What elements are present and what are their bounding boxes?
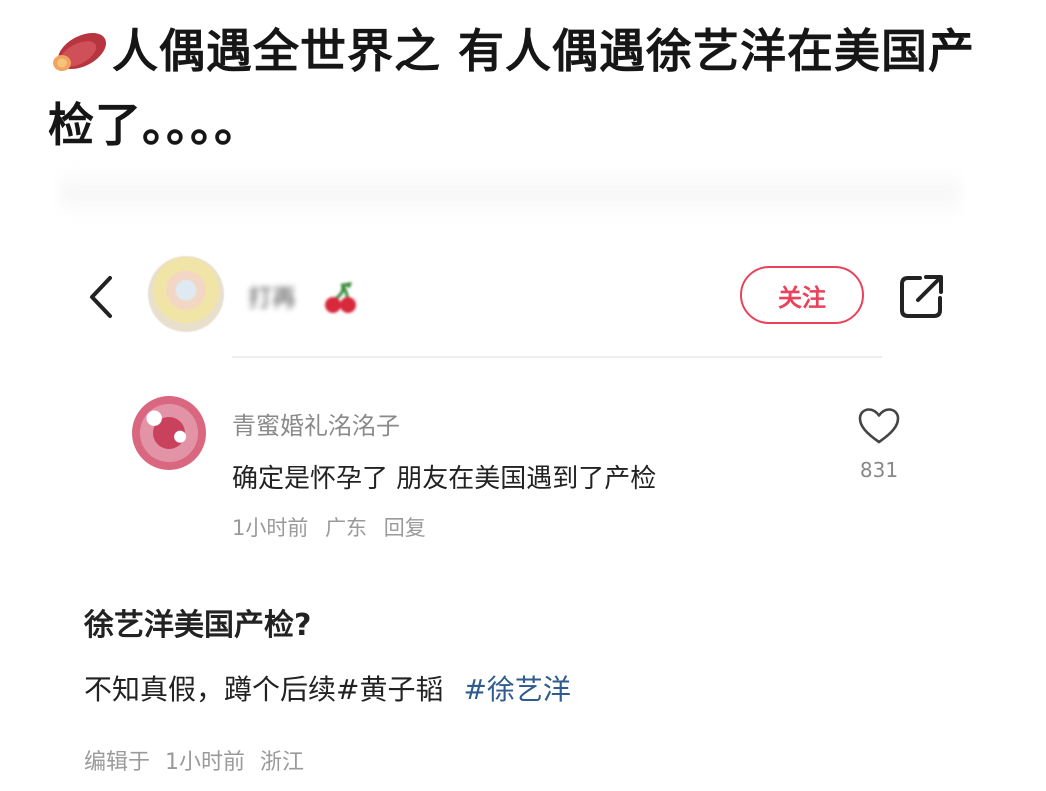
cherry-icon bbox=[325, 282, 356, 313]
headline-text: 人偶遇全世界之 有人偶遇徐艺洋在美国产检了。。。。 bbox=[48, 24, 976, 152]
post-body-text: 不知真假，蹲个后续#黄子韬 bbox=[84, 673, 444, 706]
hashtag-link[interactable]: #徐艺洋 bbox=[463, 673, 570, 706]
heart-outline-icon[interactable] bbox=[856, 406, 902, 446]
divider bbox=[232, 356, 882, 358]
edited-location: 浙江 bbox=[260, 750, 305, 775]
commenter-avatar[interactable] bbox=[132, 396, 206, 470]
like-count: 831 bbox=[859, 458, 899, 482]
blurred-background bbox=[60, 168, 960, 218]
comment-time: 1小时前 bbox=[232, 516, 309, 540]
comment-meta: 1小时前 广东 回复 bbox=[232, 512, 436, 542]
reply-button[interactable]: 回复 bbox=[384, 516, 426, 540]
comment-text: 确定是怀孕了 朋友在美国遇到了产检 bbox=[232, 464, 657, 494]
edited-prefix: 编辑于 bbox=[84, 750, 151, 775]
post-title: 徐艺洋美国产检? bbox=[84, 608, 312, 643]
share-icon[interactable] bbox=[898, 272, 946, 320]
comment-location: 广东 bbox=[325, 516, 368, 540]
chevron-left-icon[interactable] bbox=[84, 272, 120, 322]
follow-button[interactable]: 关注 bbox=[740, 266, 864, 324]
sweet-potato-icon bbox=[53, 32, 107, 71]
post-meta: 编辑于 1小时前 浙江 bbox=[84, 744, 312, 776]
author-avatar[interactable] bbox=[148, 256, 224, 332]
post-body: 不知真假，蹲个后续#黄子韬 #徐艺洋 bbox=[84, 668, 571, 708]
edited-time: 1小时前 bbox=[165, 750, 246, 775]
author-username[interactable]: 打再 bbox=[248, 278, 296, 313]
headline: 人偶遇全世界之 有人偶遇徐艺洋在美国产检了。。。。 bbox=[48, 14, 1008, 162]
commenter-name[interactable]: 青蜜婚礼洺洺子 bbox=[232, 406, 400, 441]
